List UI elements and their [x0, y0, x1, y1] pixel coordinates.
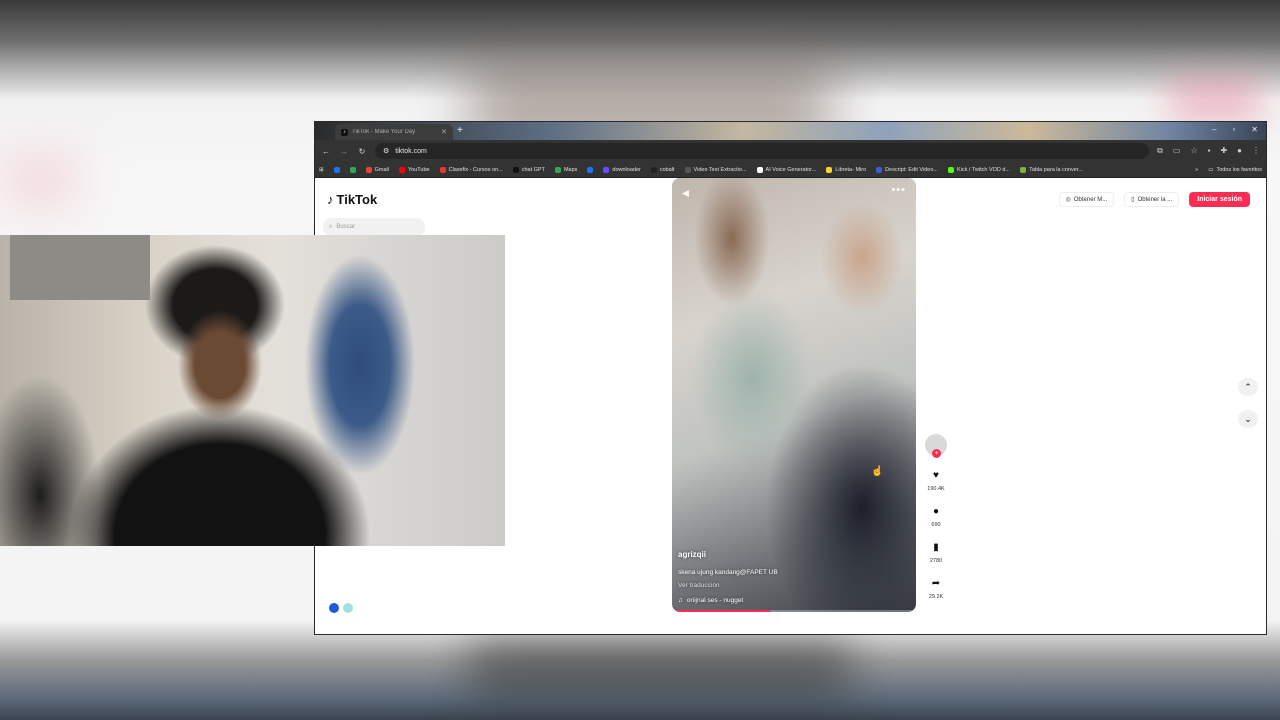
extension-icon[interactable]: ▪ [1208, 146, 1211, 156]
browser-toolbar: ← → ↻ ⚙ tiktok.com ⧉ ▭ ☆ ▪ ✚ ● ⋮ [315, 140, 1266, 162]
creator-avatar[interactable]: + [925, 434, 947, 458]
bookmark-star-icon[interactable]: ☆ [1190, 146, 1197, 156]
url-text: tiktok.com [395, 147, 427, 155]
tiktok-note-icon: ♪ [327, 192, 334, 207]
previous-video-button[interactable]: ⌃ [1238, 378, 1258, 396]
bookmark-facebook[interactable] [333, 166, 340, 173]
wall-poster [10, 235, 150, 300]
app-icon[interactable] [343, 603, 353, 613]
like-count: 190.4K [927, 486, 945, 492]
webcam-overlay [0, 235, 505, 546]
site-info-icon[interactable]: ⚙ [383, 147, 389, 155]
bookmark-item[interactable]: chat GPT [512, 166, 545, 173]
extensions-area: ⧉ ▭ ☆ ▪ ✚ ● ⋮ [1157, 146, 1260, 156]
bookmarks-bar: ⊞ Gmail YouTube Clasefix - Cursos on... … [315, 162, 1266, 178]
login-button[interactable]: Iniciar sesión [1189, 192, 1250, 207]
more-options-icon[interactable]: ••• [891, 184, 906, 196]
all-bookmarks-folder[interactable]: ▭ Todos los favoritos [1208, 167, 1262, 173]
phone-icon: ▯ [1131, 197, 1135, 203]
bookmark-item[interactable]: Gmail [365, 166, 389, 173]
bottom-left-icons [329, 603, 353, 613]
folder-icon: ▭ [1208, 166, 1214, 173]
video-actions: + ♥ 190.4K ● 690 ▮ 2780 ➦ 29.2K [923, 434, 949, 600]
maximize-icon[interactable]: ▫ [1232, 125, 1235, 134]
bookmark-icon[interactable]: ▮ [933, 542, 939, 553]
translate-icon[interactable]: ⧉ [1157, 146, 1163, 156]
close-tab-icon[interactable]: ✕ [441, 128, 447, 136]
tiktok-logo[interactable]: ♪ TikTok [327, 192, 377, 207]
close-window-icon[interactable]: ✕ [1251, 125, 1258, 134]
next-video-button[interactable]: ⌄ [1238, 410, 1258, 428]
browser-tab[interactable]: ♪ TikTok - Make Your Day ✕ [335, 124, 453, 140]
reload-icon[interactable]: ↻ [357, 147, 367, 156]
bookmark-item[interactable] [587, 166, 594, 173]
share-icon[interactable]: ➦ [932, 578, 940, 589]
share-count: 29.2K [928, 594, 944, 600]
comment-action[interactable]: ● 690 [931, 506, 940, 528]
video-sound[interactable]: ♫ oriijnal ses - nugget [678, 597, 910, 604]
save-count: 2780 [929, 558, 943, 564]
heart-icon[interactable]: ♥ [933, 470, 939, 481]
feed-navigation: ⌃ ⌄ [1238, 378, 1258, 428]
minimize-icon[interactable]: – [1212, 125, 1216, 134]
video-info: agrizqii skena ujung kandang@FAPET UB Ve… [678, 550, 910, 604]
mute-icon[interactable]: ◀ [682, 188, 689, 199]
profile-icon[interactable]: ● [1237, 146, 1242, 156]
video-progress-bar[interactable] [672, 610, 916, 612]
get-coins-link[interactable]: ◎ Obtener M... [1058, 192, 1115, 207]
search-input[interactable]: ⌕ Buscar [323, 218, 425, 236]
bookmark-item[interactable]: Kick / Twitch VOD d... [947, 166, 1010, 173]
bookmark-item[interactable]: Clasefix - Cursos on... [439, 166, 503, 173]
bookmark-item[interactable]: cobalt [650, 166, 675, 173]
search-icon: ⌕ [329, 223, 333, 230]
address-bar[interactable]: ⚙ tiktok.com [375, 143, 1150, 159]
share-action[interactable]: ➦ 29.2K [929, 578, 943, 600]
tab-bar: ♪ TikTok - Make Your Day ✕ + – ▫ ✕ [315, 122, 1266, 140]
bookmark-drive[interactable] [349, 166, 356, 173]
bookmark-item[interactable]: YouTube [398, 166, 430, 173]
like-action[interactable]: ♥ 190.4K [927, 470, 944, 492]
bookmark-item[interactable]: AI Voice Generator... [756, 166, 816, 173]
search-placeholder: Buscar [336, 224, 356, 230]
save-action[interactable]: ▮ 2780 [930, 542, 942, 564]
back-icon[interactable]: ← [321, 147, 331, 156]
bookmark-item[interactable]: downloader [603, 166, 641, 173]
video-progress-fill [672, 610, 770, 612]
video-author[interactable]: agrizqii [678, 550, 910, 559]
bookmark-item[interactable]: Descript: Edit Video... [876, 166, 938, 173]
apps-grid-icon[interactable]: ⊞ [319, 167, 324, 173]
puzzle-icon[interactable]: ✚ [1220, 146, 1227, 156]
follow-plus-icon[interactable]: + [932, 449, 941, 458]
menu-icon[interactable]: ⋮ [1252, 146, 1260, 156]
video-player[interactable]: ◀ ••• ☝ agrizqii skena ujung kandang@FAP… [672, 178, 916, 612]
coin-icon: ◎ [1065, 197, 1071, 203]
more-bookmarks-icon[interactable]: » [1195, 167, 1198, 173]
mouse-cursor-icon: ☝ [871, 466, 884, 477]
bookmark-item[interactable]: Maps [554, 166, 577, 173]
comment-icon[interactable]: ● [933, 506, 939, 517]
forward-icon[interactable]: → [339, 147, 349, 156]
header-actions: ◎ Obtener M... ▯ Obtener la ... Iniciar se… [1058, 192, 1250, 207]
see-translation-link[interactable]: Ver traducción [678, 582, 910, 589]
new-tab-icon[interactable]: + [457, 125, 463, 136]
music-icon: ♫ [678, 597, 683, 604]
comment-count: 690 [931, 522, 941, 528]
bookmark-item[interactable]: Video Text Extractio... [684, 166, 747, 173]
bookmark-item[interactable]: Libreta- Miro [826, 166, 866, 173]
get-app-link[interactable]: ▯ Obtener la ... [1124, 192, 1180, 207]
tiktok-favicon-icon: ♪ [341, 128, 348, 136]
window-controls: – ▫ ✕ [1212, 125, 1258, 134]
bookmark-item[interactable]: Tabla para la conver... [1020, 166, 1083, 173]
cast-icon[interactable]: ▭ [1173, 146, 1181, 156]
app-icon[interactable] [329, 603, 339, 613]
tab-title: TikTok - Make Your Day [352, 129, 416, 135]
video-caption: skena ujung kandang@FAPET UB [678, 569, 778, 576]
